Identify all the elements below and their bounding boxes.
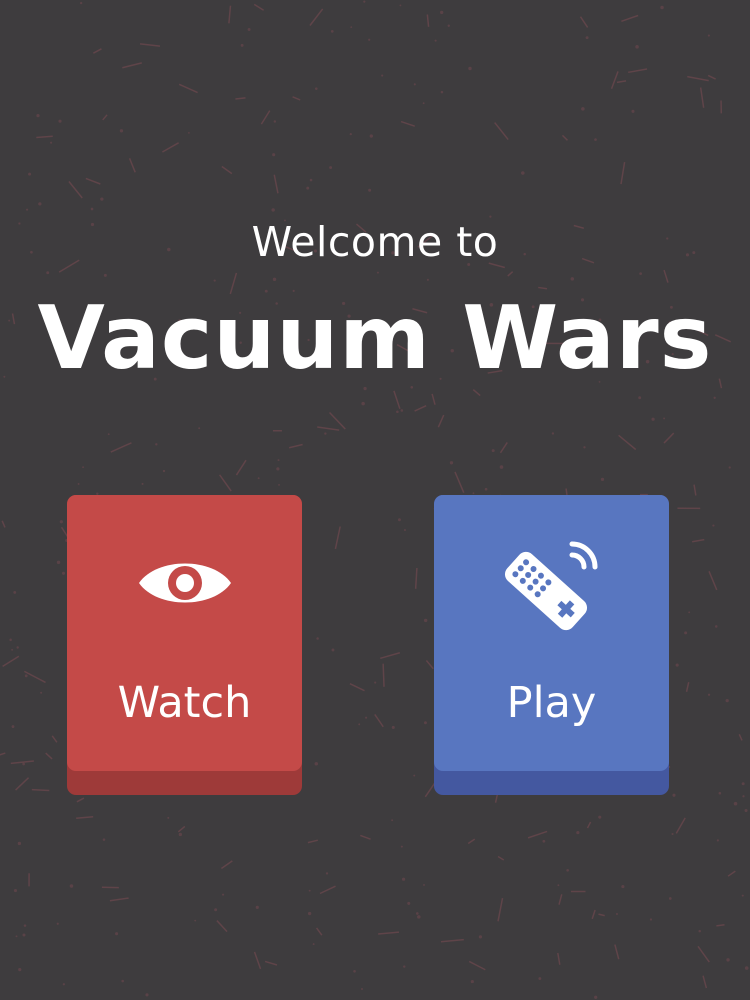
remote-control-icon (434, 541, 669, 631)
play-button[interactable]: Play (434, 495, 669, 795)
play-label: Play (506, 678, 597, 728)
game-title: Vacuum Wars (37, 287, 713, 389)
watch-label: Watch (117, 678, 252, 728)
watch-button-face[interactable]: Watch (67, 495, 302, 771)
eye-icon (67, 543, 302, 623)
play-button-face[interactable]: Play (434, 495, 669, 771)
watch-button[interactable]: Watch (67, 495, 302, 795)
welcome-text: Welcome to (251, 218, 499, 266)
